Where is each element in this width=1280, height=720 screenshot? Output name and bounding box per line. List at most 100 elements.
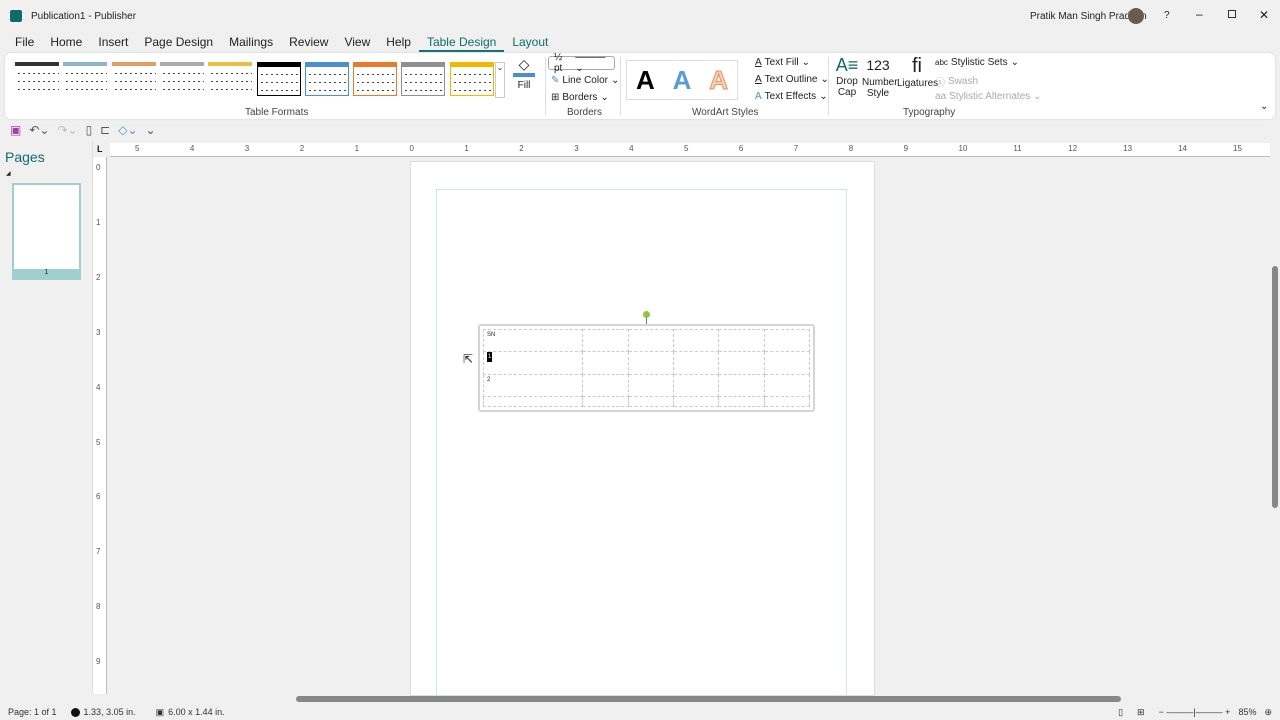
gallery-scroll[interactable]: ⌄ <box>495 62 505 98</box>
table-cell[interactable]: SN <box>482 328 584 353</box>
page-thumbnail[interactable]: 1 <box>12 183 81 280</box>
table-cell[interactable] <box>718 328 765 353</box>
table-cell[interactable] <box>672 373 720 397</box>
help-icon[interactable]: ? <box>1164 10 1170 21</box>
table-cell[interactable]: 2 <box>482 373 584 397</box>
drop-cap-button[interactable]: A≡ Drop Cap <box>835 55 859 98</box>
line-weight-dropdown[interactable]: ½ pt ——— ⌄ <box>548 52 615 74</box>
zoom-level[interactable]: 85% <box>1238 707 1256 717</box>
table-cell[interactable] <box>582 373 629 397</box>
single-page-view-icon[interactable]: ▯ <box>1118 707 1123 718</box>
table-cell[interactable] <box>763 395 811 408</box>
number-style-button[interactable]: 123 Number Style <box>862 57 898 99</box>
vertical-ruler[interactable]: 0 1 2 3 4 5 6 7 8 9 <box>93 157 107 694</box>
table-format-9[interactable] <box>401 62 446 96</box>
stylistic-sets-button[interactable]: abc Stylistic Sets ⌄ <box>935 57 1019 68</box>
collapse-icon[interactable]: ◢ <box>6 170 11 177</box>
tab-review[interactable]: Review <box>281 32 336 52</box>
close-button[interactable]: ✕ <box>1259 8 1269 22</box>
table-cell[interactable] <box>582 351 629 375</box>
horizontal-ruler[interactable]: 5 4 3 2 1 0 1 2 3 4 5 6 7 8 9 10 11 12 13 14 15 <box>110 143 1270 157</box>
table-cell[interactable] <box>718 373 765 397</box>
table-cell[interactable] <box>763 373 811 397</box>
table-cell[interactable] <box>627 395 675 408</box>
table-cell[interactable] <box>482 395 584 408</box>
table-format-10[interactable] <box>449 62 494 96</box>
borders-button[interactable]: ⊞ Borders ⌄ <box>551 92 609 103</box>
wordart-gallery[interactable]: A A A <box>626 60 738 100</box>
table-format-7[interactable] <box>304 62 349 96</box>
table-cell[interactable] <box>672 395 720 408</box>
tab-home[interactable]: Home <box>42 32 90 52</box>
ruler-label: 3 <box>574 144 579 153</box>
ruler-label: 5 <box>684 144 689 153</box>
wordart-blue: A <box>672 64 692 95</box>
table-cell[interactable] <box>672 351 720 375</box>
page-indicator[interactable]: Page: 1 of 1 <box>8 707 57 717</box>
undo-icon[interactable]: ↶⌄ <box>29 123 49 137</box>
text-effects-button[interactable]: A Text Effects ⌄ <box>755 91 828 102</box>
tab-layout[interactable]: Layout <box>504 32 556 52</box>
avatar[interactable] <box>1128 8 1144 24</box>
table-format-1[interactable] <box>15 62 59 96</box>
table-cell[interactable] <box>627 373 675 397</box>
vertical-scrollbar[interactable] <box>1270 143 1280 703</box>
table-cell[interactable] <box>627 328 675 353</box>
ruler-label: 3 <box>96 327 101 337</box>
fill-button[interactable]: ◇ Fill <box>513 56 535 91</box>
tab-view[interactable]: View <box>336 32 378 52</box>
ruler-label: 8 <box>96 602 101 612</box>
table-format-2[interactable] <box>63 62 108 96</box>
text-fill-button[interactable]: A Text Fill ⌄ <box>755 57 810 68</box>
margin-guide <box>436 189 847 699</box>
table-cell[interactable] <box>718 395 765 408</box>
table-cell[interactable] <box>672 328 720 353</box>
ruler-label: 2 <box>519 144 524 153</box>
open-folder-icon[interactable]: ⊏ <box>100 123 110 137</box>
line-color-button[interactable]: ✎ Line Color ⌄ <box>551 75 619 86</box>
redo-icon[interactable]: ↷⌄ <box>57 123 77 137</box>
tab-page-design[interactable]: Page Design <box>136 32 221 52</box>
ruler-label: 1 <box>96 217 101 227</box>
table-cell[interactable]: 1 <box>482 351 584 375</box>
ligatures-button[interactable]: fi Ligatures <box>897 55 938 89</box>
tab-mailings[interactable]: Mailings <box>221 32 281 52</box>
swash-button[interactable]: ⓢ Swash <box>935 74 978 89</box>
minimize-button[interactable]: – <box>1196 7 1203 21</box>
table-format-4[interactable] <box>159 62 204 96</box>
table-format-6[interactable] <box>256 62 301 96</box>
rotation-handle[interactable] <box>643 311 650 318</box>
table-format-5[interactable] <box>208 62 253 96</box>
table[interactable]: SN 1 2 <box>478 324 815 412</box>
table-cell[interactable] <box>627 351 675 375</box>
table-format-8[interactable] <box>353 62 398 96</box>
ribbon: ⌄ Table Formats ◇ Fill ½ pt ——— ⌄ ✎ Line … <box>5 52 1275 119</box>
save-icon[interactable]: ▣ <box>10 123 21 137</box>
horizontal-scrollbar[interactable] <box>110 694 1270 704</box>
table-cell[interactable] <box>763 328 811 353</box>
new-file-icon[interactable]: ▯ <box>86 123 93 137</box>
tab-file[interactable]: File <box>7 32 42 52</box>
mouse-cursor: ⇱ <box>463 352 474 366</box>
ruler-label: 5 <box>135 144 140 153</box>
table-format-3[interactable] <box>111 62 156 96</box>
table-cell[interactable] <box>718 351 765 375</box>
table-row: 2 <box>482 373 811 397</box>
tab-help[interactable]: Help <box>378 32 419 52</box>
fill-color-icon[interactable]: ◇⌄ <box>118 123 137 137</box>
table-cell[interactable] <box>582 328 629 353</box>
table-cell[interactable] <box>763 351 811 375</box>
stylistic-alternates-button[interactable]: aa Stylistic Alternates ⌄ <box>935 91 1042 102</box>
collapse-ribbon-button[interactable]: ⌄ <box>1260 101 1268 112</box>
tab-insert[interactable]: Insert <box>90 32 136 52</box>
table-cell[interactable] <box>582 395 629 408</box>
menu-tabs: File Home Insert Page Design Mailings Re… <box>7 32 556 52</box>
text-outline-button[interactable]: A Text Outline ⌄ <box>755 74 829 85</box>
ruler-corner[interactable]: L <box>97 144 103 154</box>
zoom-slider[interactable]: − ———|——— + <box>1159 707 1231 717</box>
maximize-button[interactable] <box>1228 10 1236 18</box>
fit-page-icon[interactable]: ⊕ <box>1264 707 1272 718</box>
two-page-view-icon[interactable]: ⊞ <box>1137 707 1145 718</box>
customize-qat-icon[interactable]: ⌄ <box>146 123 156 137</box>
tab-table-design[interactable]: Table Design <box>418 32 505 52</box>
